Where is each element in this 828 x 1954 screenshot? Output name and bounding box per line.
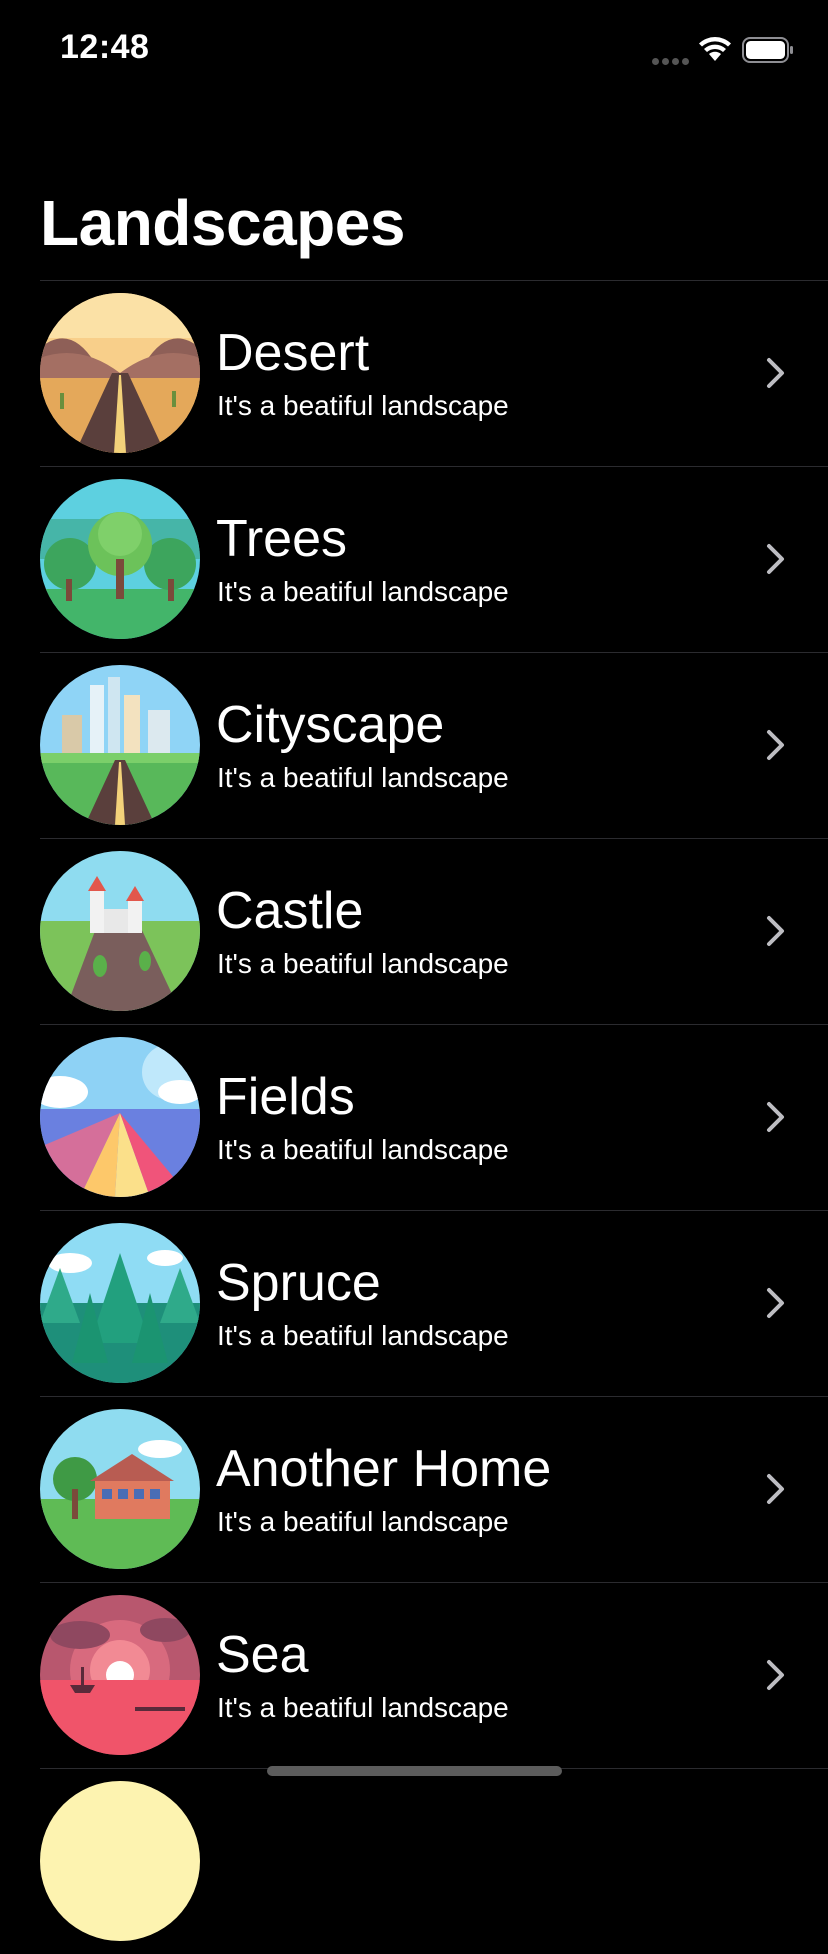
row-subtitle: It's a beatiful landscape bbox=[217, 1506, 509, 1537]
row-subtitle: It's a beatiful landscape bbox=[217, 1134, 509, 1165]
chevron-right-icon bbox=[766, 729, 786, 766]
chevron-right-icon bbox=[766, 543, 786, 580]
list-item-partial[interactable] bbox=[40, 1768, 828, 1954]
cellular-signal-icon bbox=[652, 52, 692, 70]
spruce-forest-icon bbox=[40, 1223, 200, 1383]
row-title: Trees bbox=[216, 510, 347, 568]
page-title: Landscapes bbox=[40, 187, 405, 259]
desert-road-icon bbox=[40, 293, 200, 453]
row-title: Spruce bbox=[216, 1254, 381, 1312]
row-title: Another Home bbox=[216, 1440, 552, 1498]
row-subtitle: It's a beatiful landscape bbox=[217, 762, 509, 793]
row-subtitle: It's a beatiful landscape bbox=[217, 390, 509, 421]
row-subtitle: It's a beatiful landscape bbox=[217, 576, 509, 607]
house-icon bbox=[40, 1409, 200, 1569]
row-subtitle: It's a beatiful landscape bbox=[217, 1320, 509, 1351]
chevron-right-icon bbox=[766, 1473, 786, 1510]
chevron-right-icon bbox=[766, 1659, 786, 1696]
home-indicator[interactable] bbox=[267, 1766, 562, 1776]
landscape-thumbnail-icon bbox=[40, 1781, 200, 1941]
row-title: Castle bbox=[216, 882, 364, 940]
status-time: 12:48 bbox=[60, 28, 150, 66]
list-item-desert[interactable]: Desert It's a beatiful landscape bbox=[40, 280, 828, 466]
wifi-icon bbox=[698, 36, 732, 67]
row-title: Desert bbox=[216, 324, 370, 382]
chevron-right-icon bbox=[766, 357, 786, 394]
landscape-list: Desert It's a beatiful landscape Trees I… bbox=[0, 280, 828, 1954]
list-item-fields[interactable]: Fields It's a beatiful landscape bbox=[40, 1024, 828, 1210]
list-item-castle[interactable]: Castle It's a beatiful landscape bbox=[40, 838, 828, 1024]
sea-sunset-icon bbox=[40, 1595, 200, 1755]
flower-fields-icon bbox=[40, 1037, 200, 1197]
city-road-icon bbox=[40, 665, 200, 825]
list-item-cityscape[interactable]: Cityscape It's a beatiful landscape bbox=[40, 652, 828, 838]
row-subtitle: It's a beatiful landscape bbox=[217, 948, 509, 979]
castle-on-rock-icon bbox=[40, 851, 200, 1011]
row-title: Cityscape bbox=[216, 696, 445, 754]
status-bar: 12:48 bbox=[0, 0, 828, 100]
chevron-right-icon bbox=[766, 1101, 786, 1138]
list-item-trees[interactable]: Trees It's a beatiful landscape bbox=[40, 466, 828, 652]
row-subtitle: It's a beatiful landscape bbox=[217, 1692, 509, 1723]
list-item-another-home[interactable]: Another Home It's a beatiful landscape bbox=[40, 1396, 828, 1582]
forest-trees-icon bbox=[40, 479, 200, 639]
battery-icon bbox=[742, 37, 794, 68]
row-title: Sea bbox=[216, 1626, 309, 1684]
chevron-right-icon bbox=[766, 915, 786, 952]
chevron-right-icon bbox=[766, 1287, 786, 1324]
list-item-spruce[interactable]: Spruce It's a beatiful landscape bbox=[40, 1210, 828, 1396]
list-item-sea[interactable]: Sea It's a beatiful landscape bbox=[40, 1582, 828, 1768]
row-title: Fields bbox=[216, 1068, 355, 1126]
